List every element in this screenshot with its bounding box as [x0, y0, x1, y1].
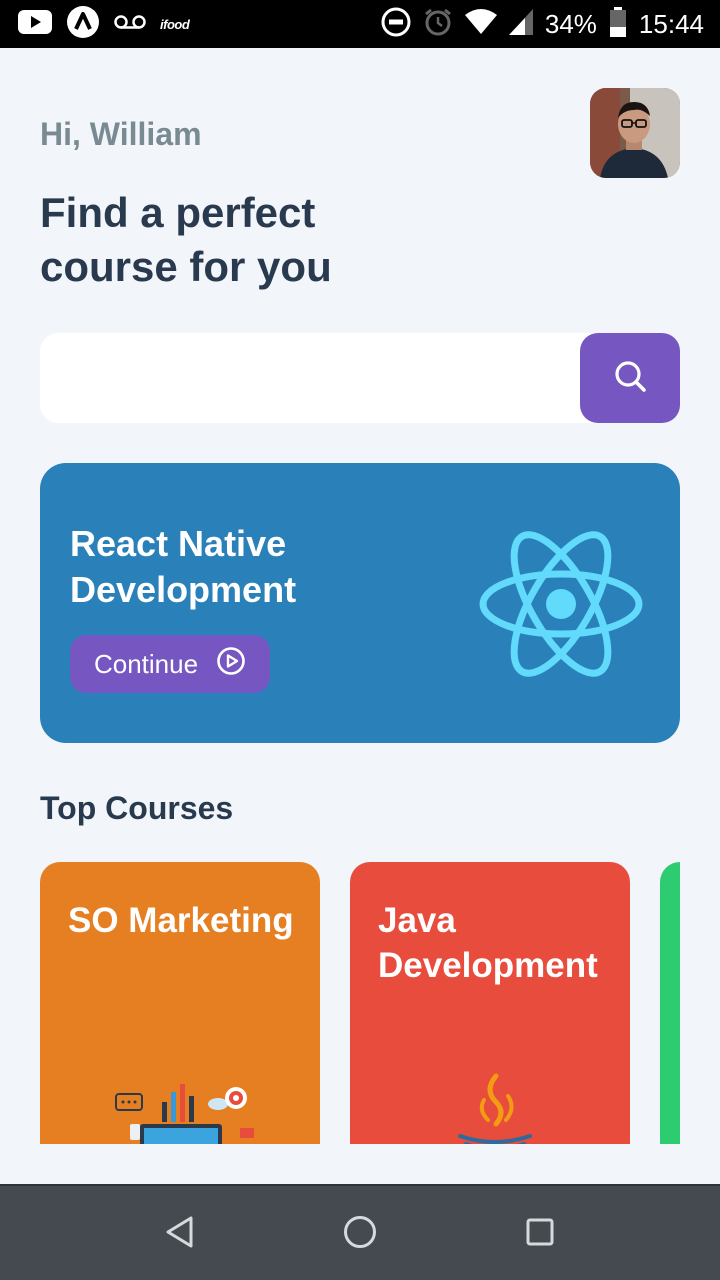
greeting-text: Hi, William — [40, 116, 202, 152]
system-navigation-bar — [0, 1184, 720, 1280]
search-bar — [40, 333, 680, 423]
seo-illustration-icon — [40, 1072, 320, 1144]
course-card-marketing[interactable]: SO Marketing — [40, 862, 320, 1144]
battery-icon — [609, 6, 627, 42]
continue-button[interactable]: Continue — [70, 635, 270, 693]
back-button[interactable] — [156, 1210, 204, 1258]
status-bar-system: 34% 15:44 — [381, 6, 704, 42]
status-bar-notifications: ifood — [18, 5, 190, 40]
course-carousel[interactable]: SO Marketing Java Development — [40, 862, 680, 1144]
search-button[interactable] — [580, 333, 680, 423]
search-icon — [613, 359, 647, 398]
search-input[interactable] — [60, 333, 570, 423]
play-circle-icon — [216, 646, 246, 683]
alarm-icon — [423, 7, 453, 42]
continue-label: Continue — [93, 648, 199, 679]
react-logo-icon — [476, 529, 646, 679]
clock: 15:44 — [638, 8, 704, 39]
course-card-partial[interactable] — [660, 862, 680, 1144]
course-title: SO Marketing — [68, 901, 294, 940]
recents-square-icon — [525, 1217, 555, 1252]
ifood-icon: ifood — [160, 16, 190, 32]
featured-course-title: React Native Development — [70, 523, 297, 610]
battery-percent: 34% — [544, 8, 597, 39]
course-card-java[interactable]: Java Development — [350, 862, 630, 1144]
featured-course-card[interactable]: React Native Development Continue — [40, 463, 680, 743]
wifi-icon — [464, 8, 497, 40]
app-a-icon — [66, 5, 100, 44]
do-not-disturb-icon — [381, 7, 411, 42]
recents-button[interactable] — [516, 1210, 564, 1258]
home-circle-icon — [343, 1215, 377, 1254]
course-title: Java Development — [378, 901, 598, 985]
java-logo-icon — [350, 1072, 630, 1144]
status-bar: ifood 34% 15:44 — [0, 0, 720, 48]
home-button[interactable] — [336, 1210, 384, 1258]
youtube-icon — [18, 9, 52, 40]
signal-icon — [508, 8, 533, 40]
back-triangle-icon — [165, 1215, 195, 1254]
avatar[interactable] — [590, 88, 680, 178]
voicemail-icon — [114, 14, 146, 35]
top-courses-heading: Top Courses — [40, 790, 234, 826]
page-title: Find a perfect course for you — [40, 189, 332, 290]
